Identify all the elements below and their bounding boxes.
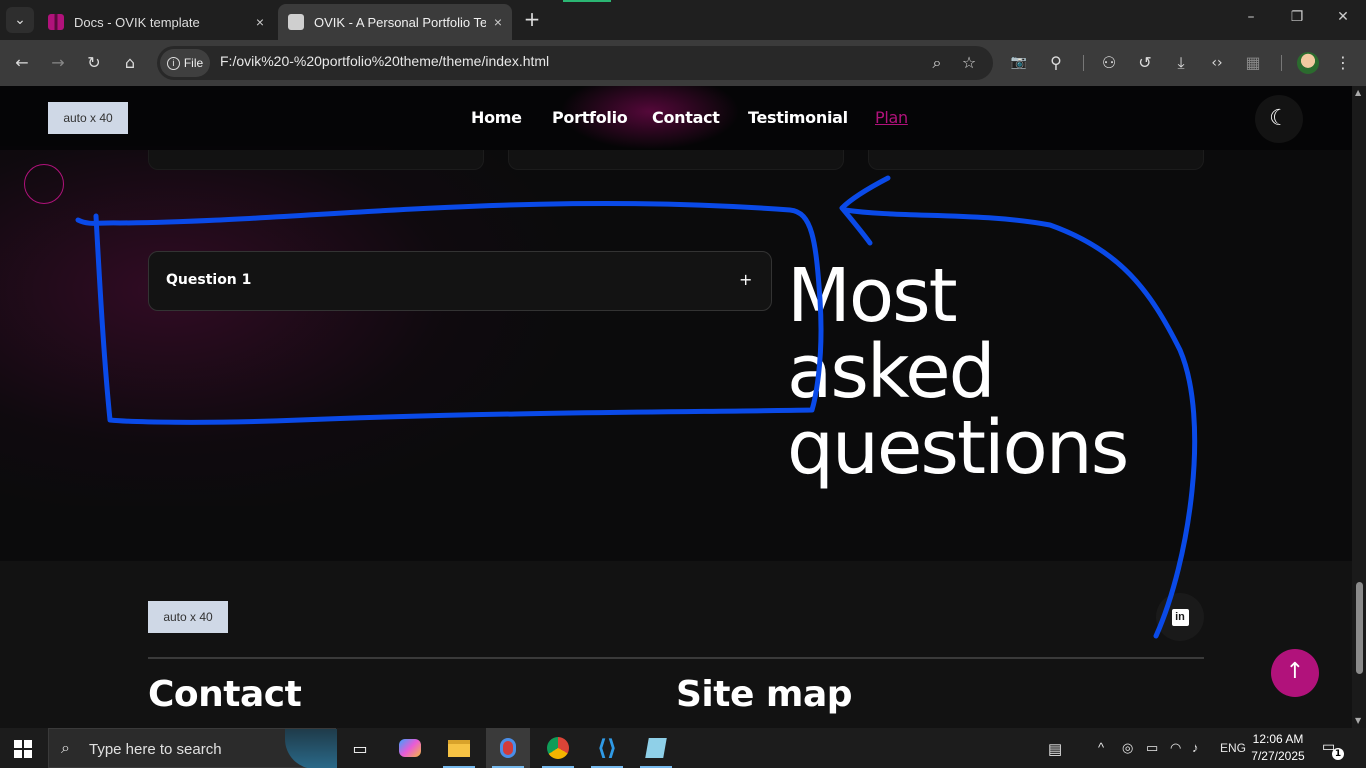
logo-placeholder[interactable]: auto x 40 bbox=[48, 102, 128, 134]
scroll-up-icon[interactable]: ▲ bbox=[1355, 88, 1361, 97]
menu-kebab-icon[interactable]: ⋮ bbox=[1332, 52, 1354, 74]
background-glow bbox=[0, 146, 560, 506]
nav-portfolio[interactable]: Portfolio bbox=[552, 108, 628, 127]
nav-contact[interactable]: Contact bbox=[652, 108, 720, 127]
card bbox=[148, 150, 484, 170]
card bbox=[868, 150, 1204, 170]
reload-icon[interactable]: ↻ bbox=[83, 52, 105, 74]
download-icon[interactable]: ⤓ bbox=[1170, 52, 1192, 74]
plus-icon[interactable]: + bbox=[739, 270, 752, 289]
ovik-favicon-icon bbox=[288, 14, 304, 30]
camera-icon[interactable]: 📷 bbox=[1008, 52, 1030, 74]
footer-divider bbox=[148, 657, 1204, 659]
tray-chevron-up-icon[interactable]: ^ bbox=[1098, 740, 1104, 755]
notification-icon[interactable]: ▭ 1 bbox=[1322, 739, 1344, 760]
zoom-icon[interactable]: ⌕ bbox=[926, 52, 948, 74]
theme-toggle-moon-icon[interactable]: ☾ bbox=[1255, 95, 1303, 143]
linkedin-icon[interactable]: in bbox=[1156, 593, 1204, 641]
url-text[interactable]: F:/ovik%20-%20portfolio%20theme/theme/in… bbox=[220, 53, 549, 69]
faq-heading-line: Most bbox=[787, 253, 958, 339]
nav-home[interactable]: Home bbox=[471, 108, 522, 127]
site-info-label: File bbox=[183, 56, 204, 70]
profile-avatar[interactable] bbox=[1297, 52, 1319, 74]
incognito-icon[interactable]: ⚇ bbox=[1098, 52, 1120, 74]
web-page: auto x 40 Home Portfolio Contact Testimo… bbox=[0, 86, 1352, 728]
copilot-icon[interactable] bbox=[388, 728, 432, 768]
faq-question-item[interactable]: Question 1 + bbox=[148, 251, 772, 311]
active-app-icon[interactable] bbox=[486, 728, 530, 768]
card bbox=[508, 150, 844, 170]
tab-title: OVIK - A Personal Portfolio Tem bbox=[314, 14, 486, 30]
search-placeholder: Type here to search bbox=[89, 741, 222, 758]
extensions-icon[interactable]: ⚲ bbox=[1045, 52, 1067, 74]
linkedin-glyph: in bbox=[1171, 608, 1189, 626]
nav-plan[interactable]: Plan bbox=[875, 108, 908, 127]
faq-question-text: Question 1 bbox=[166, 272, 252, 288]
browser-tab-bar: ⌄ Docs - OVIK template × OVIK - A Person… bbox=[0, 0, 1366, 40]
notepad-icon[interactable] bbox=[634, 728, 678, 768]
docs-favicon-icon bbox=[48, 14, 64, 30]
notification-count: 1 bbox=[1332, 748, 1344, 760]
system-clock[interactable]: 12:06 AM 7/27/2025 bbox=[1246, 731, 1310, 765]
camera-tray-icon[interactable]: ◎ bbox=[1122, 740, 1133, 756]
search-highlight-image bbox=[285, 729, 337, 768]
footer-heading-sitemap: Site map bbox=[676, 674, 853, 715]
new-tab-button[interactable]: + bbox=[520, 8, 544, 32]
scroll-down-icon[interactable]: ▼ bbox=[1355, 716, 1361, 725]
faq-heading-line: asked bbox=[787, 329, 996, 415]
news-widget-icon[interactable]: ▤ bbox=[1048, 740, 1062, 758]
back-to-top-arrow-icon[interactable]: ↑ bbox=[1271, 649, 1319, 697]
tab-search-chevron-down-icon[interactable]: ⌄ bbox=[6, 7, 34, 33]
file-explorer-icon[interactable] bbox=[437, 728, 481, 768]
info-icon: i bbox=[166, 56, 180, 70]
clock-time: 12:06 AM bbox=[1252, 732, 1304, 746]
language-indicator[interactable]: ENG bbox=[1220, 741, 1246, 755]
back-icon[interactable]: ← bbox=[11, 52, 33, 74]
volume-icon[interactable]: ♪ bbox=[1192, 740, 1199, 755]
minimize-button[interactable]: – bbox=[1240, 9, 1262, 25]
tab-close-icon[interactable]: × bbox=[494, 14, 502, 30]
qr-code-icon[interactable]: ▦ bbox=[1242, 52, 1264, 74]
battery-icon[interactable]: ▭ bbox=[1146, 740, 1158, 756]
forward-icon[interactable]: → bbox=[47, 52, 69, 74]
windows-start-icon[interactable] bbox=[14, 740, 32, 758]
toolbar-divider bbox=[1083, 55, 1084, 71]
tab-ovik[interactable]: OVIK - A Personal Portfolio Tem × bbox=[278, 4, 512, 40]
search-icon: ⌕ bbox=[61, 738, 70, 757]
footer-heading-contact: Contact bbox=[148, 674, 302, 715]
history-icon[interactable]: ↺ bbox=[1134, 52, 1156, 74]
tab-title: Docs - OVIK template bbox=[74, 14, 200, 30]
scrollbar-thumb[interactable] bbox=[1356, 582, 1363, 674]
restore-button[interactable]: ❐ bbox=[1286, 9, 1308, 25]
vscode-icon[interactable]: ⟨⟩ bbox=[585, 728, 629, 768]
toolbar-divider bbox=[1281, 55, 1282, 71]
clock-date: 7/27/2025 bbox=[1251, 749, 1305, 763]
nav-testimonial[interactable]: Testimonial bbox=[748, 108, 848, 127]
site-info-chip[interactable]: i File bbox=[160, 49, 210, 77]
bookmark-star-icon[interactable]: ☆ bbox=[958, 52, 980, 74]
home-icon[interactable]: ⌂ bbox=[119, 52, 141, 74]
tab-close-icon[interactable]: × bbox=[256, 14, 264, 30]
footer-logo-placeholder[interactable]: auto x 40 bbox=[148, 601, 228, 633]
devtools-icon[interactable]: ‹› bbox=[1206, 52, 1228, 74]
taskbar-search-box[interactable]: ⌕ Type here to search bbox=[48, 728, 337, 768]
close-window-button[interactable]: ✕ bbox=[1332, 9, 1354, 25]
faq-heading-line: questions bbox=[787, 405, 1129, 491]
tab-docs[interactable]: Docs - OVIK template × bbox=[38, 4, 274, 40]
wifi-icon[interactable]: ◠ bbox=[1170, 740, 1181, 756]
windows-taskbar: ⌕ Type here to search ▭ ⟨⟩ ▤ ^ ◎ ▭ ◠ ♪ E… bbox=[0, 728, 1366, 768]
page-scrollbar[interactable]: ▲ ▼ bbox=[1352, 86, 1366, 728]
task-view-icon[interactable]: ▭ bbox=[338, 728, 382, 768]
chrome-icon[interactable] bbox=[536, 728, 580, 768]
tab-loading-indicator bbox=[563, 0, 611, 2]
faq-heading: Most asked questions bbox=[787, 253, 1129, 491]
cursor-ring bbox=[24, 164, 64, 204]
